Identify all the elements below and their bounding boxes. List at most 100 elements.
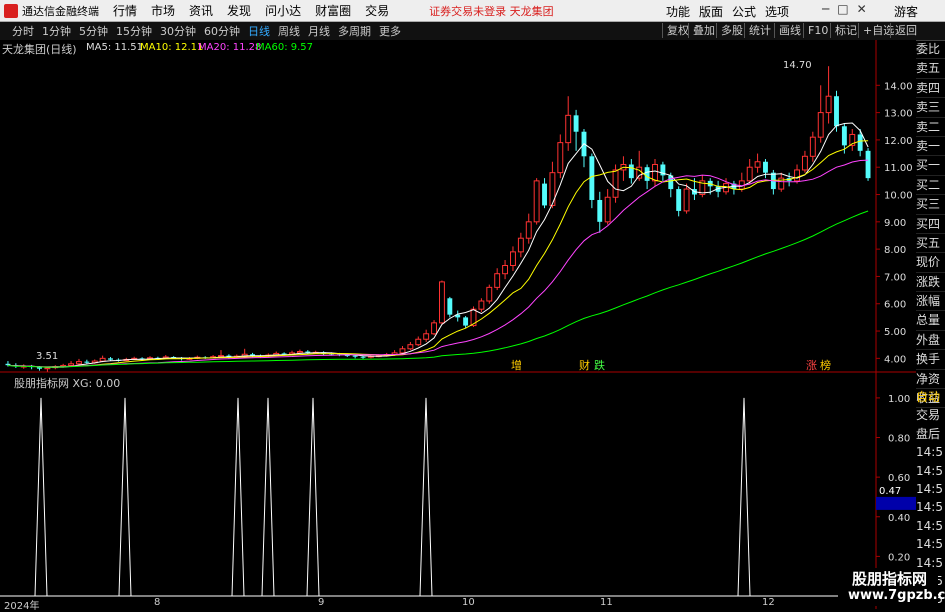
x-label-2: 9 [318, 597, 325, 608]
tick-item-6: 14:5 [916, 500, 943, 515]
candle-body [415, 338, 422, 346]
candle-body [478, 300, 485, 310]
period-weekly[interactable]: 周线 [274, 23, 304, 39]
sidebar-item-17: 净资 [916, 370, 945, 390]
sidebar-item-12: 涨跌 [916, 273, 945, 293]
candle-body [99, 357, 106, 362]
candle-body [533, 180, 540, 223]
x-label-1: 8 [154, 597, 161, 608]
sidebar-item-16: 换手 [916, 350, 945, 370]
user-label[interactable]: 游客 [894, 3, 918, 20]
tool-biaoji[interactable]: 标记 [830, 23, 861, 38]
candle-body [763, 161, 768, 173]
candle-body [628, 164, 634, 179]
period-fenshi[interactable]: 分时 [8, 23, 38, 39]
y-tick-label-2: 12.00 [884, 136, 913, 147]
tick-item-8: 14:5 [916, 537, 943, 552]
sidebar-item-14: 总量 [916, 311, 945, 331]
period-60min[interactable]: 60分钟 [200, 23, 244, 39]
tool-tongji[interactable]: 统计 [744, 23, 775, 38]
sidebar-item-13: 涨幅 [916, 292, 945, 312]
ind-y-tick-label-3: 0.40 [888, 513, 910, 524]
x-label-5: 12 [762, 597, 775, 608]
sidebar-item-8: 买三 [916, 195, 945, 215]
indicator-name: 股朋指标网 [14, 377, 69, 390]
menu-caifuquan[interactable]: 财富圈 [315, 2, 351, 19]
ind-y-tick-label-0: 1.00 [888, 394, 910, 405]
candle-body [494, 273, 501, 288]
candle-body [817, 112, 824, 138]
tool-huaxian[interactable]: 画线 [774, 23, 805, 38]
candle-body [84, 361, 90, 363]
maximize-icon[interactable]: □ [837, 2, 856, 16]
ma20-label: MA20: 11.28 [198, 42, 262, 53]
tool-diejia[interactable]: 叠加 [688, 23, 719, 38]
menu-faxian[interactable]: 发现 [227, 2, 251, 19]
candle-body [360, 356, 366, 358]
sidebar-item-0: 委比 [916, 40, 945, 60]
x-label-4: 11 [600, 597, 613, 608]
sidebar-item-5: 卖一 [916, 137, 945, 157]
tool-back[interactable]: 返回 [890, 23, 921, 38]
candle-body [76, 361, 82, 365]
candle-body [281, 353, 287, 355]
sidebar-item-6: 买一 [916, 156, 945, 176]
event-tag-cai: 财 [579, 358, 590, 372]
tool-duogu[interactable]: 多股 [716, 23, 747, 38]
period-15min[interactable]: 15分钟 [112, 23, 156, 39]
candle-body [296, 351, 303, 354]
candle-body [597, 199, 603, 222]
candle-body [636, 166, 643, 179]
close-icon[interactable]: ✕ [857, 2, 875, 16]
period-1min[interactable]: 1分钟 [38, 23, 75, 39]
ma10-label: MA10: 12.11 [140, 42, 204, 53]
y-tick-label-4: 10.00 [884, 191, 913, 202]
candle-body [683, 188, 690, 212]
right-menu-group: 功能 版面 公式 选项 [666, 3, 798, 20]
menu-shichang[interactable]: 市场 [151, 2, 175, 19]
period-30min[interactable]: 30分钟 [156, 23, 200, 39]
watermark: 股朋指标网 www.7gpzb.com [838, 568, 945, 606]
menu-banmian[interactable]: 版面 [699, 3, 723, 20]
candle-body [573, 115, 579, 132]
minimize-icon[interactable]: ─ [822, 2, 837, 16]
candle-body [604, 196, 611, 223]
menu-zixun[interactable]: 资讯 [189, 2, 213, 19]
y-tick-label-8: 6.00 [884, 300, 906, 311]
kline-chart[interactable]: 14.00 13.00 12.00 11.00 10.00 9.00 8.00 7.00 6.0… [0, 40, 916, 609]
menu-gongneng[interactable]: 功能 [666, 3, 690, 20]
candle-body [565, 114, 572, 144]
tick-item-1: 交易 [916, 408, 941, 423]
menu-wenxiaoda[interactable]: 问小达 [265, 2, 301, 19]
login-notice[interactable]: 证券交易未登录 天龙集团 [429, 3, 554, 19]
period-monthly[interactable]: 月线 [304, 23, 334, 39]
candle-body [834, 96, 839, 127]
sidebar-item-4: 卖二 [916, 118, 945, 137]
watermark-line2: www.7gpzb.com [848, 588, 945, 603]
ind-y-tick-label-4: 0.20 [888, 552, 910, 563]
y-tick-label-6: 8.00 [884, 245, 906, 256]
sidebar-item-2: 卖四 [916, 79, 945, 99]
candle-body [486, 286, 493, 302]
indicator-title: 股朋指标网 XG: 0.00 [14, 375, 120, 391]
tool-f10[interactable]: F10 [803, 23, 832, 38]
period-5min[interactable]: 5分钟 [75, 23, 112, 39]
period-more[interactable]: 更多 [375, 23, 405, 39]
period-multi[interactable]: 多周期 [334, 23, 375, 39]
tick-item-0: 自动 [916, 390, 941, 404]
candle-body [502, 265, 509, 275]
candle-body [517, 237, 524, 253]
sidebar-item-9: 买四 [916, 215, 945, 234]
sidebar-item-1: 卖五 [916, 59, 945, 79]
candle-body [431, 322, 438, 335]
menu-jiaoyi[interactable]: 交易 [365, 2, 389, 19]
menu-xuanxiang[interactable]: 选项 [765, 3, 789, 20]
menu-hangqing[interactable]: 行情 [113, 2, 137, 19]
sidebar-item-10: 买五 [916, 234, 945, 254]
stock-title: 天龙集团(日线) [2, 43, 77, 56]
menu-gongshi[interactable]: 公式 [732, 3, 756, 20]
ind-y-tick-label-2: 0.60 [888, 473, 910, 484]
candle-body [825, 95, 832, 114]
ind-y-tick-label-1: 0.80 [888, 434, 910, 445]
period-daily[interactable]: 日线 [244, 23, 274, 39]
